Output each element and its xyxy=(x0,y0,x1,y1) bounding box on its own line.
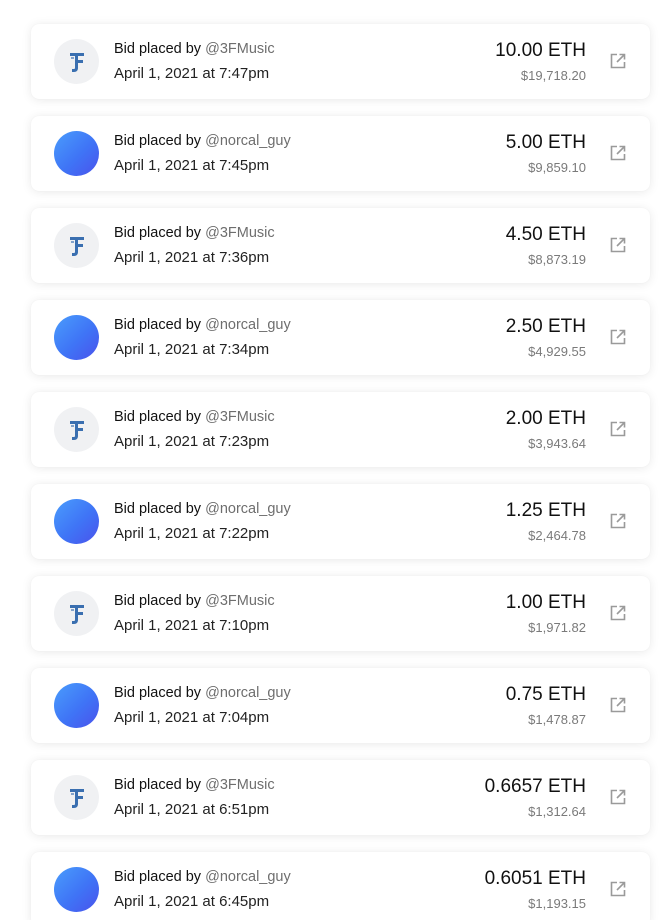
bid-row: Bid placed by @norcal_guy April 1, 2021 a… xyxy=(31,300,650,375)
bidder-handle-link[interactable]: @norcal_guy xyxy=(205,685,291,701)
bid-row: Bid placed by @norcal_guy April 1, 2021 a… xyxy=(31,116,650,191)
bid-amount-usd: $8,873.19 xyxy=(528,252,586,267)
bid-description: Bid placed by @3FMusic xyxy=(114,41,275,57)
avatar[interactable] xyxy=(54,223,99,268)
bid-timestamp: April 1, 2021 at 7:23pm xyxy=(114,433,270,450)
bid-description: Bid placed by @norcal_guy xyxy=(114,869,291,885)
bid-amount-eth: 2.00 ETH xyxy=(505,408,586,429)
external-link-icon[interactable] xyxy=(609,420,627,438)
bid-amount-usd: $19,718.20 xyxy=(520,68,586,83)
bid-prefix: Bid placed by xyxy=(114,317,202,333)
bid-prefix: Bid placed by xyxy=(114,41,202,57)
bid-description: Bid placed by @norcal_guy xyxy=(114,317,291,333)
bidder-handle-link[interactable]: @norcal_guy xyxy=(205,317,291,333)
3f-logo-icon xyxy=(69,604,84,624)
bid-row: Bid placed by @3FMusic April 1, 2021 at 7… xyxy=(31,576,650,651)
bid-amount-usd: $1,312.64 xyxy=(528,804,586,819)
bid-description: Bid placed by @norcal_guy xyxy=(114,685,291,701)
bid-row: Bid placed by @3FMusic April 1, 2021 at 7… xyxy=(31,392,650,467)
external-link-icon[interactable] xyxy=(609,696,627,714)
bid-amount-eth: 0.75 ETH xyxy=(505,684,586,705)
bidder-handle-link[interactable]: @norcal_guy xyxy=(205,133,291,149)
external-link-icon[interactable] xyxy=(609,512,627,530)
bid-description: Bid placed by @norcal_guy xyxy=(114,133,291,149)
bid-amount-eth: 5.00 ETH xyxy=(505,132,586,153)
external-link-icon[interactable] xyxy=(609,236,627,254)
bid-prefix: Bid placed by xyxy=(114,225,202,241)
bid-amount-eth: 4.50 ETH xyxy=(505,224,586,245)
bid-timestamp: April 1, 2021 at 7:47pm xyxy=(114,65,270,82)
bid-history-list: Bid placed by @3FMusic April 1, 2021 at 7… xyxy=(0,0,664,920)
bid-row: Bid placed by @norcal_guy April 1, 2021 a… xyxy=(31,852,650,920)
bidder-handle-link[interactable]: @3FMusic xyxy=(205,593,275,609)
avatar[interactable] xyxy=(54,867,99,912)
bidder-handle-link[interactable]: @3FMusic xyxy=(205,777,275,793)
3f-logo-icon xyxy=(69,420,84,440)
bid-amount-usd: $1,971.82 xyxy=(528,620,586,635)
bidder-handle-link[interactable]: @norcal_guy xyxy=(205,869,291,885)
bid-timestamp: April 1, 2021 at 7:34pm xyxy=(114,341,270,358)
bid-prefix: Bid placed by xyxy=(114,409,202,425)
bid-description: Bid placed by @3FMusic xyxy=(114,593,275,609)
avatar[interactable] xyxy=(54,131,99,176)
avatar[interactable] xyxy=(54,39,99,84)
bidder-handle-link[interactable]: @3FMusic xyxy=(205,225,275,241)
bid-row: Bid placed by @3FMusic April 1, 2021 at 6… xyxy=(31,760,650,835)
bid-prefix: Bid placed by xyxy=(114,133,202,149)
bid-amount-eth: 0.6657 ETH xyxy=(484,776,586,797)
external-link-icon[interactable] xyxy=(609,144,627,162)
external-link-icon[interactable] xyxy=(609,788,627,806)
avatar[interactable] xyxy=(54,407,99,452)
avatar[interactable] xyxy=(54,591,99,636)
bid-description: Bid placed by @3FMusic xyxy=(114,409,275,425)
bid-description: Bid placed by @3FMusic xyxy=(114,225,275,241)
bid-prefix: Bid placed by xyxy=(114,777,202,793)
bid-amount-eth: 1.25 ETH xyxy=(505,500,586,521)
bid-description: Bid placed by @3FMusic xyxy=(114,777,275,793)
bid-prefix: Bid placed by xyxy=(114,685,202,701)
bid-prefix: Bid placed by xyxy=(114,501,202,517)
bid-amount-eth: 10.00 ETH xyxy=(495,40,586,61)
bid-row: Bid placed by @norcal_guy April 1, 2021 a… xyxy=(31,668,650,743)
bid-description: Bid placed by @norcal_guy xyxy=(114,501,291,517)
3f-logo-icon xyxy=(69,236,84,256)
bid-amount-usd: $2,464.78 xyxy=(528,528,586,543)
avatar[interactable] xyxy=(54,499,99,544)
bid-amount-usd: $3,943.64 xyxy=(528,436,586,451)
bid-amount-usd: $9,859.10 xyxy=(528,160,586,175)
bidder-handle-link[interactable]: @3FMusic xyxy=(205,41,275,57)
bid-amount-usd: $1,478.87 xyxy=(528,712,586,727)
bid-row: Bid placed by @3FMusic April 1, 2021 at 7… xyxy=(31,24,650,99)
bid-timestamp: April 1, 2021 at 6:45pm xyxy=(114,893,270,910)
bid-row: Bid placed by @norcal_guy April 1, 2021 a… xyxy=(31,484,650,559)
external-link-icon[interactable] xyxy=(609,604,627,622)
external-link-icon[interactable] xyxy=(609,52,627,70)
bid-amount-eth: 0.6051 ETH xyxy=(484,868,586,889)
bid-prefix: Bid placed by xyxy=(114,593,202,609)
3f-logo-icon xyxy=(69,788,84,808)
3f-logo-icon xyxy=(69,52,84,72)
bid-timestamp: April 1, 2021 at 7:04pm xyxy=(114,709,270,726)
bid-timestamp: April 1, 2021 at 7:22pm xyxy=(114,525,270,542)
bid-amount-eth: 1.00 ETH xyxy=(505,592,586,613)
avatar[interactable] xyxy=(54,315,99,360)
bidder-handle-link[interactable]: @3FMusic xyxy=(205,409,275,425)
bid-timestamp: April 1, 2021 at 7:36pm xyxy=(114,249,270,266)
bid-amount-usd: $1,193.15 xyxy=(528,896,586,911)
bid-prefix: Bid placed by xyxy=(114,869,202,885)
bid-row: Bid placed by @3FMusic April 1, 2021 at 7… xyxy=(31,208,650,283)
bid-timestamp: April 1, 2021 at 6:51pm xyxy=(114,801,270,818)
bidder-handle-link[interactable]: @norcal_guy xyxy=(205,501,291,517)
bid-amount-eth: 2.50 ETH xyxy=(505,316,586,337)
bid-timestamp: April 1, 2021 at 7:10pm xyxy=(114,617,270,634)
bid-timestamp: April 1, 2021 at 7:45pm xyxy=(114,157,270,174)
bid-amount-usd: $4,929.55 xyxy=(528,344,586,359)
external-link-icon[interactable] xyxy=(609,880,627,898)
avatar[interactable] xyxy=(54,683,99,728)
external-link-icon[interactable] xyxy=(609,328,627,346)
avatar[interactable] xyxy=(54,775,99,820)
